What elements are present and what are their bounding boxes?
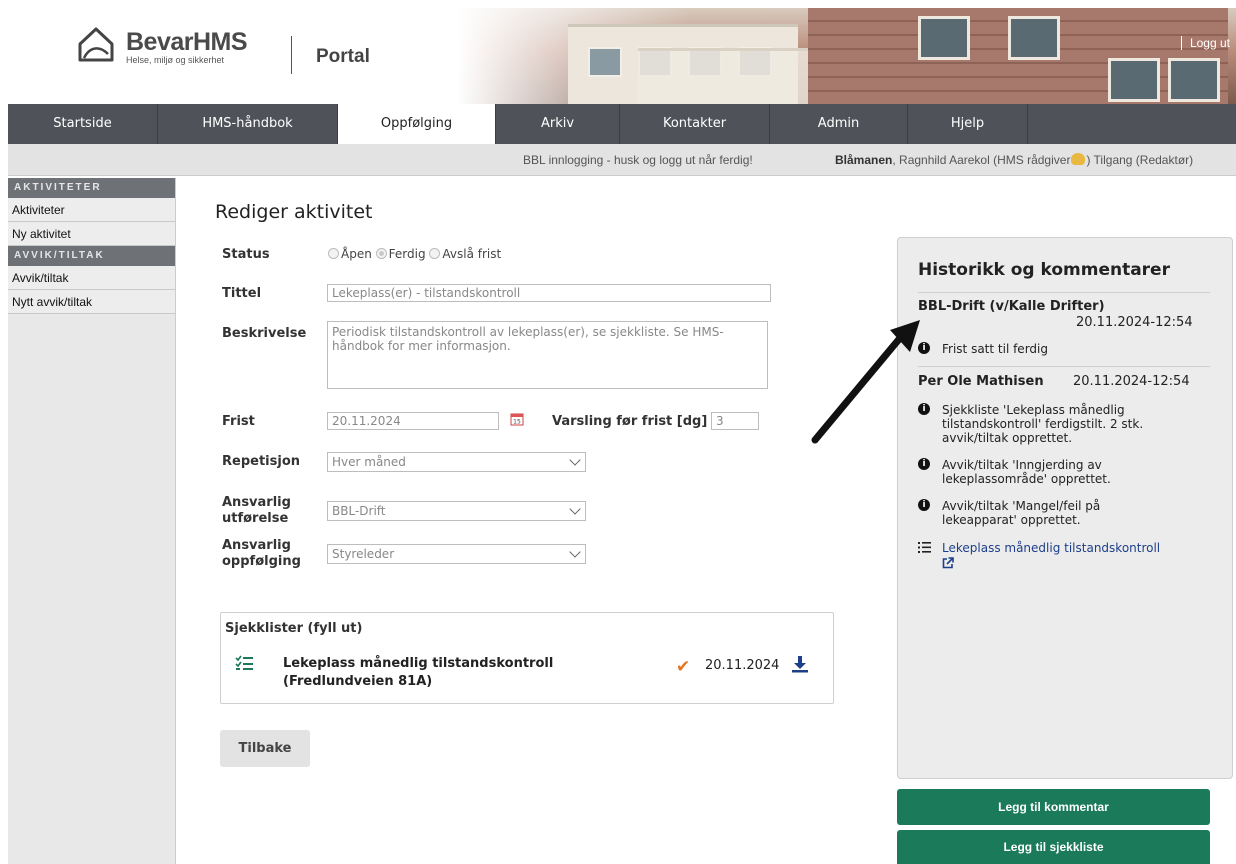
resp-follow-select-value: Styreleder bbox=[332, 547, 395, 561]
chevron-down-icon bbox=[569, 546, 581, 558]
status-label: Status bbox=[222, 247, 270, 262]
svg-text:15: 15 bbox=[513, 419, 521, 426]
checklist-heading: Sjekklister (fyll ut) bbox=[225, 621, 363, 636]
page-title: Rediger aktivitet bbox=[215, 201, 373, 223]
status-done-label: Ferdig bbox=[388, 247, 426, 261]
status-radio-reject[interactable] bbox=[429, 248, 441, 259]
checklist-icon bbox=[918, 542, 931, 553]
checklist-box: Sjekklister (fyll ut) Lekeplass månedlig… bbox=[220, 612, 834, 704]
checklist-item-name[interactable]: Lekeplass månedlig tilstandskontroll (Fr… bbox=[283, 655, 663, 691]
header-building-right bbox=[808, 8, 1228, 104]
tab-kontakter[interactable]: Kontakter bbox=[620, 104, 770, 144]
repeat-select[interactable]: Hver måned bbox=[327, 452, 586, 472]
header-banner: BevarHMS Helse, miljø og sikkerhet Porta… bbox=[8, 8, 1236, 104]
user-org: Blåmanen bbox=[835, 153, 893, 167]
resp-follow-label: Ansvarlig oppfølging bbox=[222, 538, 301, 570]
user-badge-icon bbox=[1071, 153, 1086, 165]
tab-hms-handbok[interactable]: HMS-håndbok bbox=[158, 104, 338, 144]
tab-oppfolging[interactable]: Oppfølging bbox=[338, 104, 496, 144]
chevron-down-icon bbox=[569, 503, 581, 515]
brand-tagline: Helse, miljø og sikkerhet bbox=[126, 55, 225, 65]
main-nav: Startside HMS-håndbok Oppfølging Arkiv K… bbox=[8, 104, 1236, 144]
sidebar: AKTIVITETER Aktiviteter Ny aktivitet AVV… bbox=[8, 178, 176, 864]
logout-link[interactable]: Logg ut bbox=[1180, 36, 1230, 50]
status-reject-label: Avslå frist bbox=[442, 247, 502, 261]
status-open-label: Åpen bbox=[341, 247, 372, 261]
notify-days-input[interactable]: 3 bbox=[711, 412, 759, 430]
calendar-icon[interactable]: 15 bbox=[510, 412, 524, 426]
history-date-1: 20.11.2024-12:54 bbox=[1076, 315, 1193, 330]
history-author-1: BBL-Drift (v/Kalle Drifter) bbox=[918, 299, 1105, 314]
resp-exec-label: Ansvarlig utførelse bbox=[222, 495, 291, 527]
history-panel: Historikk og kommentarer BBL-Drift (v/Ka… bbox=[897, 237, 1233, 779]
logout-reminder: BBL innlogging - husk og logg ut når fer… bbox=[523, 153, 753, 167]
status-radio-done[interactable] bbox=[375, 248, 387, 259]
history-divider bbox=[918, 292, 1210, 293]
history-entry-text: Avvik/tiltak 'Inngjerding av lekeplassom… bbox=[942, 458, 1111, 486]
back-button[interactable]: Tilbake bbox=[220, 730, 310, 767]
history-date-2: 20.11.2024-12:54 bbox=[1073, 374, 1190, 389]
status-radio-group: Åpen Ferdig Avslå frist bbox=[328, 247, 501, 261]
add-checklist-button[interactable]: Legg til sjekkliste bbox=[897, 830, 1210, 864]
user-access: ) Tilgang (Redaktør) bbox=[1086, 153, 1194, 167]
title-label: Tittel bbox=[222, 286, 262, 301]
house-logo-icon bbox=[78, 27, 114, 62]
checklist-icon bbox=[235, 655, 253, 670]
brand-name: BevarHMS bbox=[126, 28, 248, 56]
resp-follow-select[interactable]: Styreleder bbox=[327, 544, 586, 564]
checkmark-icon: ✔ bbox=[676, 657, 691, 677]
sidebar-section-deviations: AVVIK/TILTAK bbox=[8, 246, 175, 266]
resp-exec-label-line1: Ansvarlig bbox=[222, 495, 291, 510]
sidebar-item-new-deviation[interactable]: Nytt avvik/tiltak bbox=[8, 290, 175, 314]
deadline-label: Frist bbox=[222, 414, 255, 429]
tab-admin[interactable]: Admin bbox=[770, 104, 908, 144]
description-textarea[interactable]: Periodisk tilstandskontroll av lekeplass… bbox=[327, 321, 768, 389]
external-link-icon[interactable] bbox=[942, 557, 954, 569]
notify-label: Varsling før frist [dg] bbox=[552, 414, 708, 429]
info-icon: i bbox=[918, 499, 930, 511]
header-balcony bbox=[638, 48, 818, 104]
download-icon[interactable] bbox=[791, 655, 809, 673]
info-icon: i bbox=[918, 458, 930, 470]
resp-exec-select-value: BBL-Drift bbox=[332, 504, 386, 518]
sidebar-item-new-activity[interactable]: Ny aktivitet bbox=[8, 222, 175, 246]
history-divider bbox=[918, 366, 1210, 367]
header-separator bbox=[291, 36, 292, 74]
history-entry-text: Sjekkliste 'Lekeplass månedlig tilstands… bbox=[942, 403, 1144, 445]
checklist-item-date: 20.11.2024 bbox=[705, 658, 780, 673]
annotation-arrow bbox=[811, 320, 920, 444]
info-bar: BBL innlogging - husk og logg ut når fer… bbox=[8, 144, 1236, 176]
repeat-label: Repetisjon bbox=[222, 454, 300, 469]
tab-hjelp[interactable]: Hjelp bbox=[908, 104, 1028, 144]
portal-label: Portal bbox=[316, 46, 370, 67]
history-entry-text: Avvik/tiltak 'Mangel/feil på lekeapparat… bbox=[942, 499, 1101, 527]
history-entry-text: Frist satt til ferdig bbox=[942, 342, 1048, 356]
description-label: Beskrivelse bbox=[222, 326, 307, 341]
tab-startside[interactable]: Startside bbox=[8, 104, 158, 144]
resp-exec-select[interactable]: BBL-Drift bbox=[327, 501, 586, 521]
history-author-2: Per Ole Mathisen bbox=[918, 374, 1044, 389]
history-title: Historikk og kommentarer bbox=[918, 260, 1170, 280]
title-input[interactable]: Lekeplass(er) - tilstandskontroll bbox=[327, 284, 771, 302]
resp-follow-label-line2: oppfølging bbox=[222, 554, 301, 569]
chevron-down-icon bbox=[569, 454, 581, 466]
resp-exec-label-line2: utførelse bbox=[222, 511, 289, 526]
history-checklist-link[interactable]: Lekeplass månedlig tilstandskontroll bbox=[942, 541, 1172, 555]
deadline-input[interactable]: 20.11.2024 bbox=[327, 412, 499, 430]
status-radio-open[interactable] bbox=[328, 248, 339, 259]
sidebar-item-activities[interactable]: Aktiviteter bbox=[8, 198, 175, 222]
add-comment-button[interactable]: Legg til kommentar bbox=[897, 789, 1210, 825]
sidebar-item-deviations[interactable]: Avvik/tiltak bbox=[8, 266, 175, 290]
user-info: Blåmanen, Ragnhild Aarekol (HMS rådgiver… bbox=[835, 153, 1193, 167]
sidebar-section-activities: AKTIVITETER bbox=[8, 178, 175, 198]
repeat-select-value: Hver måned bbox=[332, 455, 406, 469]
tab-arkiv[interactable]: Arkiv bbox=[496, 104, 620, 144]
resp-follow-label-line1: Ansvarlig bbox=[222, 538, 291, 553]
user-name-role: , Ragnhild Aarekol (HMS rådgiver bbox=[892, 153, 1071, 167]
